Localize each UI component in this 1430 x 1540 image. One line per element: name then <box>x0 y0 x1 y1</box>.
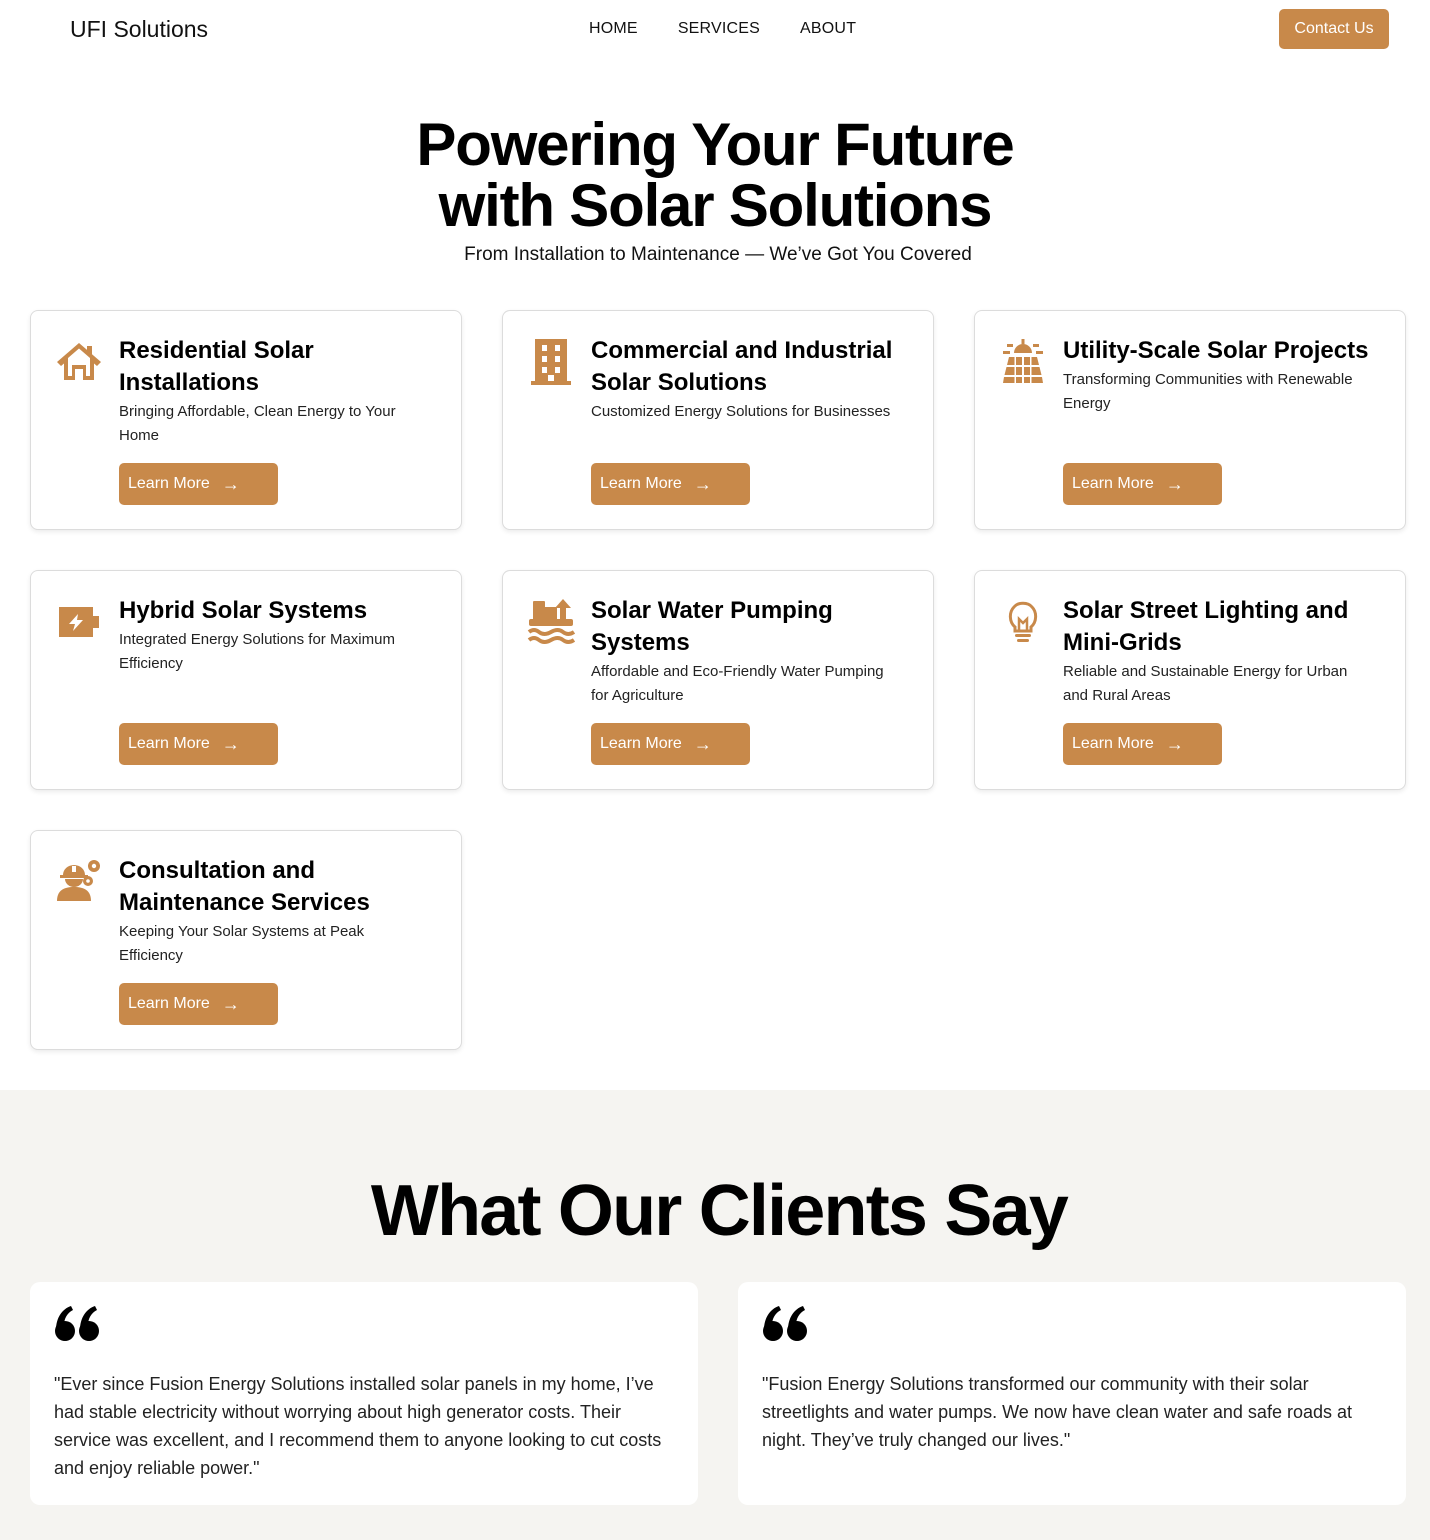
service-card-description: Customized Energy Solutions for Business… <box>591 403 891 420</box>
learn-more-label: Learn More <box>1072 475 1154 492</box>
learn-more-button[interactable]: Learn More → <box>1063 463 1222 505</box>
service-card-description: Bringing Affordable, Clean Energy to You… <box>119 403 396 444</box>
arrow-right-icon: → <box>221 473 240 494</box>
service-card-title: Residential Solar Installations <box>119 337 314 396</box>
learn-more-button[interactable]: Learn More → <box>591 723 750 765</box>
battery-bolt-icon <box>53 597 105 645</box>
site-logo[interactable]: UFI Solutions <box>70 16 208 43</box>
service-card-title: Solar Water Pumping Systems <box>591 597 833 656</box>
arrow-right-icon: → <box>221 993 240 1014</box>
testimonial-text: "Ever since Fusion Energy Solutions inst… <box>54 1374 662 1478</box>
testimonials-title: What Our Clients Say <box>370 1171 1069 1251</box>
service-card-title: Commercial and Industrial Solar Solution… <box>591 337 893 396</box>
arrow-right-icon: → <box>221 733 240 754</box>
service-card-description: Affordable and Eco-Friendly Water Pumpin… <box>591 663 884 704</box>
testimonial-card: "Ever since Fusion Energy Solutions inst… <box>30 1282 698 1505</box>
service-card-description: Reliable and Sustainable Energy for Urba… <box>1063 663 1348 704</box>
arrow-right-icon: → <box>693 733 712 754</box>
hero-title-line-1: Powering Your Future <box>416 111 1014 178</box>
quote-icon <box>55 1306 99 1341</box>
hero-title: Powering Your Future with Solar Solution… <box>0 114 1430 236</box>
arrow-right-icon: → <box>1165 733 1184 754</box>
learn-more-label: Learn More <box>128 735 210 752</box>
service-card-description: Keeping Your Solar Systems at Peak Effic… <box>119 923 365 964</box>
service-card-description: Transforming Communities with Renewable … <box>1063 371 1353 412</box>
learn-more-label: Learn More <box>600 735 682 752</box>
nav-home-link[interactable]: HOME <box>589 20 638 38</box>
worker-gears-icon <box>53 857 105 905</box>
contact-us-button[interactable]: Contact Us <box>1279 9 1389 49</box>
service-card-title: Hybrid Solar Systems <box>119 597 368 624</box>
learn-more-label: Learn More <box>600 475 682 492</box>
learn-more-button[interactable]: Learn More → <box>591 463 750 505</box>
learn-more-label: Learn More <box>128 995 210 1012</box>
service-card-residential: Residential Solar Installations Bringing… <box>30 310 462 530</box>
service-card-street-lighting: Solar Street Lighting and Mini-Grids Rel… <box>974 570 1406 790</box>
arrow-right-icon: → <box>693 473 712 494</box>
water-pump-icon <box>525 597 577 645</box>
house-icon <box>53 337 105 385</box>
arrow-right-icon: → <box>1165 473 1184 494</box>
service-card-title: Solar Street Lighting and Mini-Grids <box>1063 597 1349 656</box>
service-card-utility-scale: Utility-Scale Solar Projects Transformin… <box>974 310 1406 530</box>
service-card-hybrid: Hybrid Solar Systems Integrated Energy S… <box>30 570 462 790</box>
learn-more-button[interactable]: Learn More → <box>119 463 278 505</box>
hero-subtitle: From Installation to Maintenance — We’ve… <box>464 244 972 265</box>
service-card-consultation: Consultation and Maintenance Services Ke… <box>30 830 462 1050</box>
learn-more-button[interactable]: Learn More → <box>119 983 278 1025</box>
testimonials-section: What Our Clients Say "Ever since Fusion … <box>0 1090 1430 1540</box>
learn-more-button[interactable]: Learn More → <box>119 723 278 765</box>
nav-about-link[interactable]: ABOUT <box>800 20 856 38</box>
testimonial-text: "Fusion Energy Solutions transformed our… <box>762 1374 1352 1450</box>
solar-panel-icon <box>997 337 1049 385</box>
service-card-title: Utility-Scale Solar Projects <box>1063 337 1369 364</box>
lightbulb-icon <box>997 597 1049 645</box>
site-header: UFI Solutions HOME SERVICES ABOUT Contac… <box>0 0 1430 60</box>
nav-services-link[interactable]: SERVICES <box>678 20 760 38</box>
service-card-water-pumping: Solar Water Pumping Systems Affordable a… <box>502 570 934 790</box>
quote-icon <box>763 1306 807 1341</box>
service-card-description: Integrated Energy Solutions for Maximum … <box>119 631 395 672</box>
service-card-commercial: Commercial and Industrial Solar Solution… <box>502 310 934 530</box>
main-nav: HOME SERVICES ABOUT <box>589 20 856 38</box>
testimonial-card: "Fusion Energy Solutions transformed our… <box>738 1282 1406 1505</box>
building-icon <box>525 337 577 385</box>
learn-more-label: Learn More <box>128 475 210 492</box>
hero-title-line-2: with Solar Solutions <box>438 172 993 239</box>
learn-more-button[interactable]: Learn More → <box>1063 723 1222 765</box>
service-card-title: Consultation and Maintenance Services <box>119 857 370 916</box>
learn-more-label: Learn More <box>1072 735 1154 752</box>
